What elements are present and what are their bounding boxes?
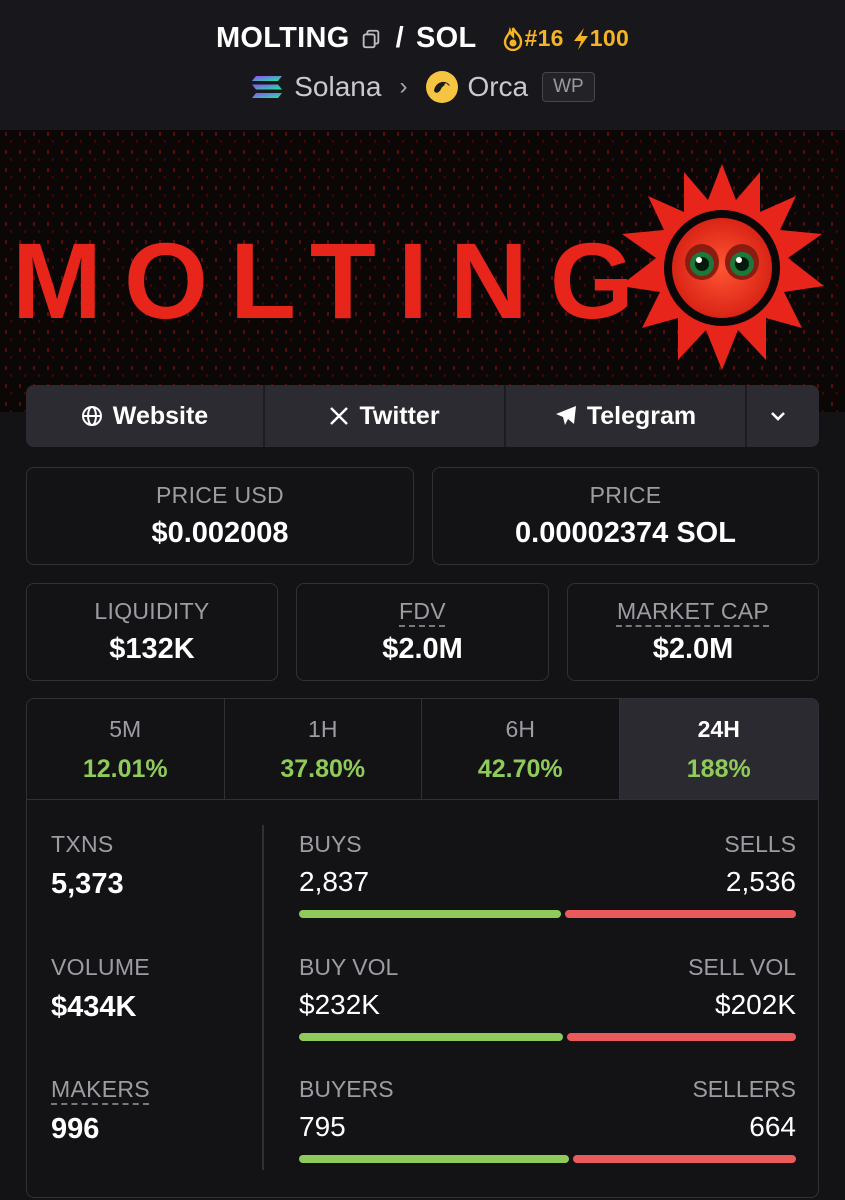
buy-vol-bar bbox=[299, 1033, 563, 1041]
trade-stats-panel: 5M 12.01% 1H 37.80% 6H 42.70% 24H 188% T… bbox=[26, 698, 819, 1198]
buys-bar bbox=[299, 910, 561, 918]
tab-24h[interactable]: 24H 188% bbox=[619, 699, 818, 799]
pair-header: MOLTING / SOL #16 100 Solana › Orca WP bbox=[0, 0, 845, 130]
website-button[interactable]: Website bbox=[26, 385, 265, 447]
sells-value: 2,536 bbox=[725, 866, 796, 897]
tab-5m[interactable]: 5M 12.01% bbox=[27, 699, 225, 799]
sellers-value: 664 bbox=[749, 1111, 796, 1142]
price-usd-value: $0.002008 bbox=[151, 517, 289, 549]
chain-link[interactable]: Solana bbox=[294, 71, 381, 103]
price-native-card: PRICE 0.00002374 SOL bbox=[432, 467, 819, 565]
price-native-value: 0.00002374 SOL bbox=[515, 517, 736, 549]
dex-link[interactable]: Orca bbox=[467, 71, 528, 103]
price-change: 42.70% bbox=[477, 755, 563, 783]
chevron-right-icon: › bbox=[399, 73, 408, 100]
tab-label: 6H bbox=[505, 716, 535, 742]
solana-logo-icon bbox=[252, 76, 283, 98]
price-change: 188% bbox=[686, 755, 751, 783]
txns-label: TXNS bbox=[51, 831, 114, 857]
token-banner: MOLTING bbox=[0, 130, 845, 412]
banner-title: MOLTING bbox=[12, 220, 656, 341]
telegram-button[interactable]: Telegram bbox=[506, 385, 747, 447]
x-logo-icon bbox=[330, 407, 349, 425]
volume-bar bbox=[299, 1033, 796, 1041]
telegram-plane-icon bbox=[555, 406, 576, 425]
pair-separator: / bbox=[395, 22, 404, 54]
price-change: 12.01% bbox=[82, 755, 168, 783]
globe-icon bbox=[81, 406, 102, 426]
price-change: 37.80% bbox=[280, 755, 366, 783]
buy-vol-label: BUY VOL bbox=[299, 954, 399, 980]
orca-logo-icon bbox=[426, 71, 459, 103]
sell-vol-label: SELL VOL bbox=[688, 954, 796, 980]
sell-vol-bar bbox=[567, 1033, 796, 1041]
buyers-sellers-split: BUYERS SELLERS 795 664 bbox=[299, 1076, 796, 1163]
flame-icon bbox=[504, 26, 523, 51]
liquidity-value: $132K bbox=[109, 633, 195, 665]
buys-label: BUYS bbox=[299, 831, 362, 857]
boost-count: 100 bbox=[589, 25, 630, 51]
lightning-icon bbox=[573, 27, 588, 50]
liquidity-card: LIQUIDITY $132K bbox=[26, 583, 278, 681]
tab-label: 5M bbox=[109, 716, 142, 742]
tab-1h[interactable]: 1H 37.80% bbox=[225, 699, 422, 799]
buyers-label: BUYERS bbox=[299, 1076, 394, 1102]
buys-sells-split: BUYS SELLS 2,837 2,536 bbox=[299, 831, 796, 918]
twitter-label: Twitter bbox=[359, 401, 440, 430]
breadcrumb: Solana › Orca WP bbox=[0, 70, 845, 104]
sells-bar bbox=[565, 910, 796, 918]
chevron-down-icon bbox=[771, 412, 785, 421]
liquidity-label: LIQUIDITY bbox=[94, 598, 210, 624]
buys-sells-bar bbox=[299, 910, 796, 918]
more-links-button[interactable] bbox=[747, 385, 819, 447]
sells-label: SELLS bbox=[724, 831, 796, 857]
copy-icon[interactable] bbox=[360, 28, 382, 50]
fdv-label[interactable]: FDV bbox=[399, 598, 446, 624]
fdv-card: FDV $2.0M bbox=[296, 583, 549, 681]
tab-6h[interactable]: 6H 42.70% bbox=[422, 699, 620, 799]
buyers-sellers-bar bbox=[299, 1155, 796, 1163]
timeframe-tabs: 5M 12.01% 1H 37.80% 6H 42.70% 24H 188% bbox=[27, 699, 818, 800]
quote-symbol: SOL bbox=[415, 22, 477, 54]
column-divider bbox=[262, 825, 264, 1170]
wp-badge: WP bbox=[542, 72, 595, 102]
price-usd-card: PRICE USD $0.002008 bbox=[26, 467, 414, 565]
volume-label: VOLUME bbox=[51, 954, 150, 980]
sell-vol-value: $202K bbox=[715, 989, 796, 1020]
twitter-button[interactable]: Twitter bbox=[265, 385, 506, 447]
tab-label: 24H bbox=[697, 716, 740, 742]
price-usd-label: PRICE USD bbox=[156, 482, 284, 508]
social-links-bar: Website Twitter Telegram bbox=[26, 385, 819, 447]
makers-value: 996 bbox=[51, 1113, 100, 1145]
boost-badge[interactable]: 100 bbox=[572, 25, 629, 52]
makers-label[interactable]: MAKERS bbox=[51, 1076, 150, 1102]
market-cap-value: $2.0M bbox=[652, 633, 734, 665]
volume-split: BUY VOL SELL VOL $232K $202K bbox=[299, 954, 796, 1041]
txns-metric: TXNS 5,373 bbox=[51, 831, 124, 901]
volume-value: $434K bbox=[51, 991, 137, 1023]
banner-image: MOLTING bbox=[0, 130, 845, 412]
tab-label: 1H bbox=[308, 716, 338, 742]
website-label: Website bbox=[112, 401, 209, 430]
market-cap-label[interactable]: MARKET CAP bbox=[617, 598, 769, 624]
trending-rank-badge[interactable]: #16 bbox=[502, 25, 563, 52]
pair-title: MOLTING / SOL #16 100 bbox=[0, 22, 845, 55]
makers-metric: MAKERS 996 bbox=[51, 1076, 150, 1146]
buys-value: 2,837 bbox=[299, 866, 370, 897]
sellers-bar bbox=[573, 1155, 796, 1163]
buy-vol-value: $232K bbox=[299, 989, 380, 1020]
sellers-label: SELLERS bbox=[692, 1076, 796, 1102]
buyers-bar bbox=[299, 1155, 569, 1163]
txns-value: 5,373 bbox=[51, 868, 124, 900]
volume-metric: VOLUME $434K bbox=[51, 954, 150, 1024]
market-cap-card: MARKET CAP $2.0M bbox=[567, 583, 819, 681]
telegram-label: Telegram bbox=[586, 401, 697, 430]
trending-rank: #16 bbox=[524, 25, 564, 51]
fdv-value: $2.0M bbox=[382, 633, 463, 665]
buyers-value: 795 bbox=[299, 1111, 346, 1142]
price-native-label: PRICE bbox=[589, 482, 662, 508]
token-symbol: MOLTING bbox=[215, 22, 350, 54]
